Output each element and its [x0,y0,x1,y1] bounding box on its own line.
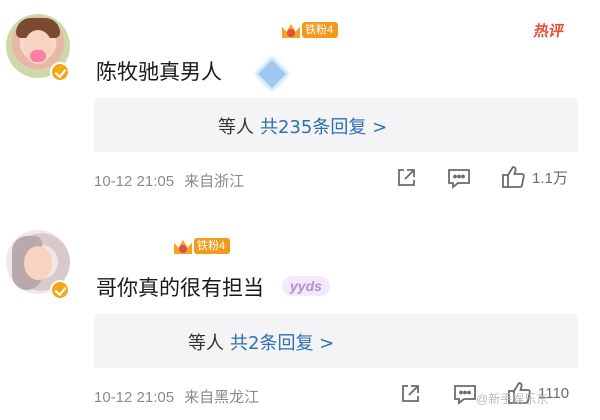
reply-button[interactable] [452,382,478,406]
fan-badge[interactable]: 铁粉4 [280,20,339,40]
avatar-face [24,246,52,280]
comment-item: 铁粉4 热评 陈牧驰真男人 等人 共235条回复 > 10-12 21:05 来自浙… [0,0,600,210]
comment-icon [448,169,470,189]
comment-time: 10-12 21:05 [94,389,175,406]
comment-item: 铁粉4 哥你真的很有担当 yyds 等人 共2条回复 > 10-12 21:05 来… [0,210,600,420]
verified-icon [50,280,70,300]
replies-count-link[interactable]: 共2条回复 > [230,333,334,354]
comment-meta: 10-12 21:05 来自黑龙江 [94,386,259,407]
replies-who: 等人 [218,117,254,138]
comment-icon [454,385,476,405]
share-button[interactable] [394,166,418,190]
replies-count-link[interactable]: 共235条回复 > [260,117,387,138]
watermark: @新手娱乐东 [476,392,549,406]
comment-meta: 10-12 21:05 来自浙江 [94,170,244,191]
replies-who: 等人 [188,333,224,354]
crown-icon [172,236,194,256]
hot-comment-tag: 热评 [532,23,566,40]
avatar-mask [30,50,46,62]
yyds-sticker: yyds [282,276,330,296]
share-icon [402,385,419,402]
fan-badge-label: 铁粉4 [302,22,339,38]
thumbs-up-icon [502,166,525,188]
comment-text: 陈牧驰真男人 [96,60,222,84]
fan-badge-label: 铁粉4 [194,238,231,254]
comment-time: 10-12 21:05 [94,173,175,190]
diamond-icon [255,57,289,91]
like-count: 1.1万 [532,169,568,187]
crown-icon [280,20,302,40]
replies-summary[interactable]: 等人 共235条回复 > [218,113,387,139]
share-button[interactable] [398,382,422,406]
replies-box[interactable]: 等人 共2条回复 > [94,314,578,368]
reply-button[interactable] [446,166,472,190]
comment-location: 来自黑龙江 [184,389,260,406]
fan-badge[interactable]: 铁粉4 [172,236,231,256]
verified-icon [50,62,70,82]
share-icon [398,169,415,186]
replies-box[interactable]: 等人 共235条回复 > [94,98,578,152]
like-button[interactable]: 1.1万 [500,164,568,190]
replies-summary[interactable]: 等人 共2条回复 > [188,329,334,355]
comment-location: 来自浙江 [184,173,245,190]
comment-text: 哥你真的很有担当 [96,276,264,300]
